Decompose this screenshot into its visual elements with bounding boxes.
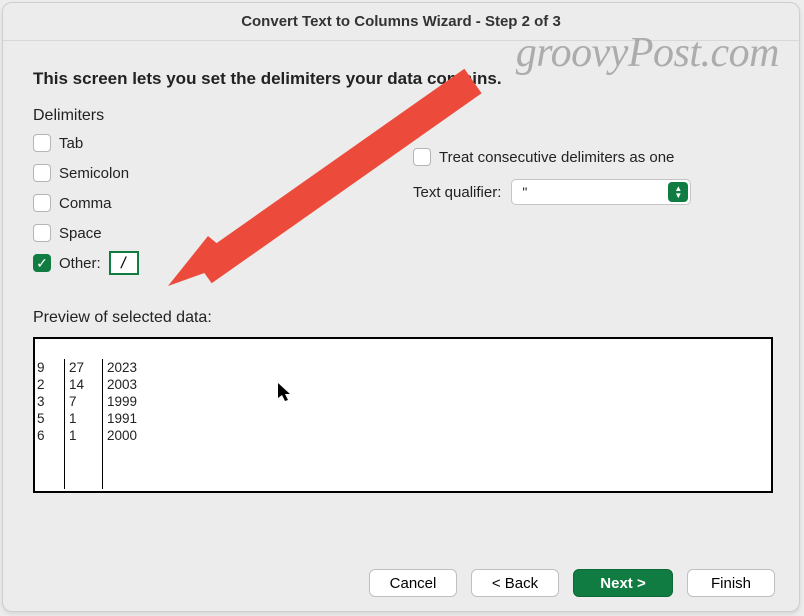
next-button[interactable]: Next > <box>573 569 673 597</box>
cancel-button[interactable]: Cancel <box>369 569 457 597</box>
dialog-title: Convert Text to Columns Wizard - Step 2 … <box>3 3 799 41</box>
back-button[interactable]: < Back <box>471 569 559 597</box>
instruction-text: This screen lets you set the delimiters … <box>33 69 773 89</box>
delimiter-semicolon-row[interactable]: Semicolon <box>33 161 413 185</box>
delimiter-comma-row[interactable]: Comma <box>33 191 413 215</box>
checkbox-comma[interactable] <box>33 194 51 212</box>
preview-col-2: 27 14 7 1 1 <box>65 359 103 489</box>
checkbox-space[interactable] <box>33 224 51 242</box>
button-bar: Cancel < Back Next > Finish <box>369 569 775 597</box>
preview-col-1: 9 2 3 5 6 <box>35 359 65 489</box>
wizard-dialog: Convert Text to Columns Wizard - Step 2 … <box>2 2 800 612</box>
qualifier-value: " <box>522 184 527 200</box>
delimiters-heading: Delimiters <box>33 107 413 125</box>
consecutive-row[interactable]: Treat consecutive delimiters as one <box>413 145 773 169</box>
checkbox-other[interactable]: ✓ <box>33 254 51 272</box>
delimiter-space-row[interactable]: Space <box>33 221 413 245</box>
delimiter-tab-row[interactable]: Tab <box>33 131 413 155</box>
preview-label: Preview of selected data: <box>33 309 773 327</box>
qualifier-label: Text qualifier: <box>413 184 501 201</box>
other-delimiter-input[interactable] <box>109 251 139 275</box>
checkbox-consecutive[interactable] <box>413 148 431 166</box>
preview-col-3: 2023 2003 1999 1991 2000 <box>103 359 163 489</box>
finish-button[interactable]: Finish <box>687 569 775 597</box>
label-consecutive: Treat consecutive delimiters as one <box>439 149 674 166</box>
label-other: Other: <box>59 255 101 272</box>
dialog-content: This screen lets you set the delimiters … <box>3 41 799 507</box>
select-arrows-icon: ▲▼ <box>668 182 688 202</box>
delimiter-other-row[interactable]: ✓ Other: <box>33 251 413 275</box>
preview-box: 9 2 3 5 6 27 14 7 1 1 2023 2003 1999 <box>33 337 773 493</box>
qualifier-select[interactable]: " ▲▼ <box>511 179 691 205</box>
delimiters-group: Delimiters Tab Semicolon Comma Space <box>33 107 413 281</box>
label-space: Space <box>59 225 102 242</box>
checkbox-tab[interactable] <box>33 134 51 152</box>
label-semicolon: Semicolon <box>59 165 129 182</box>
label-tab: Tab <box>59 135 83 152</box>
label-comma: Comma <box>59 195 112 212</box>
checkbox-semicolon[interactable] <box>33 164 51 182</box>
preview-table: 9 2 3 5 6 27 14 7 1 1 2023 2003 1999 <box>35 359 163 489</box>
